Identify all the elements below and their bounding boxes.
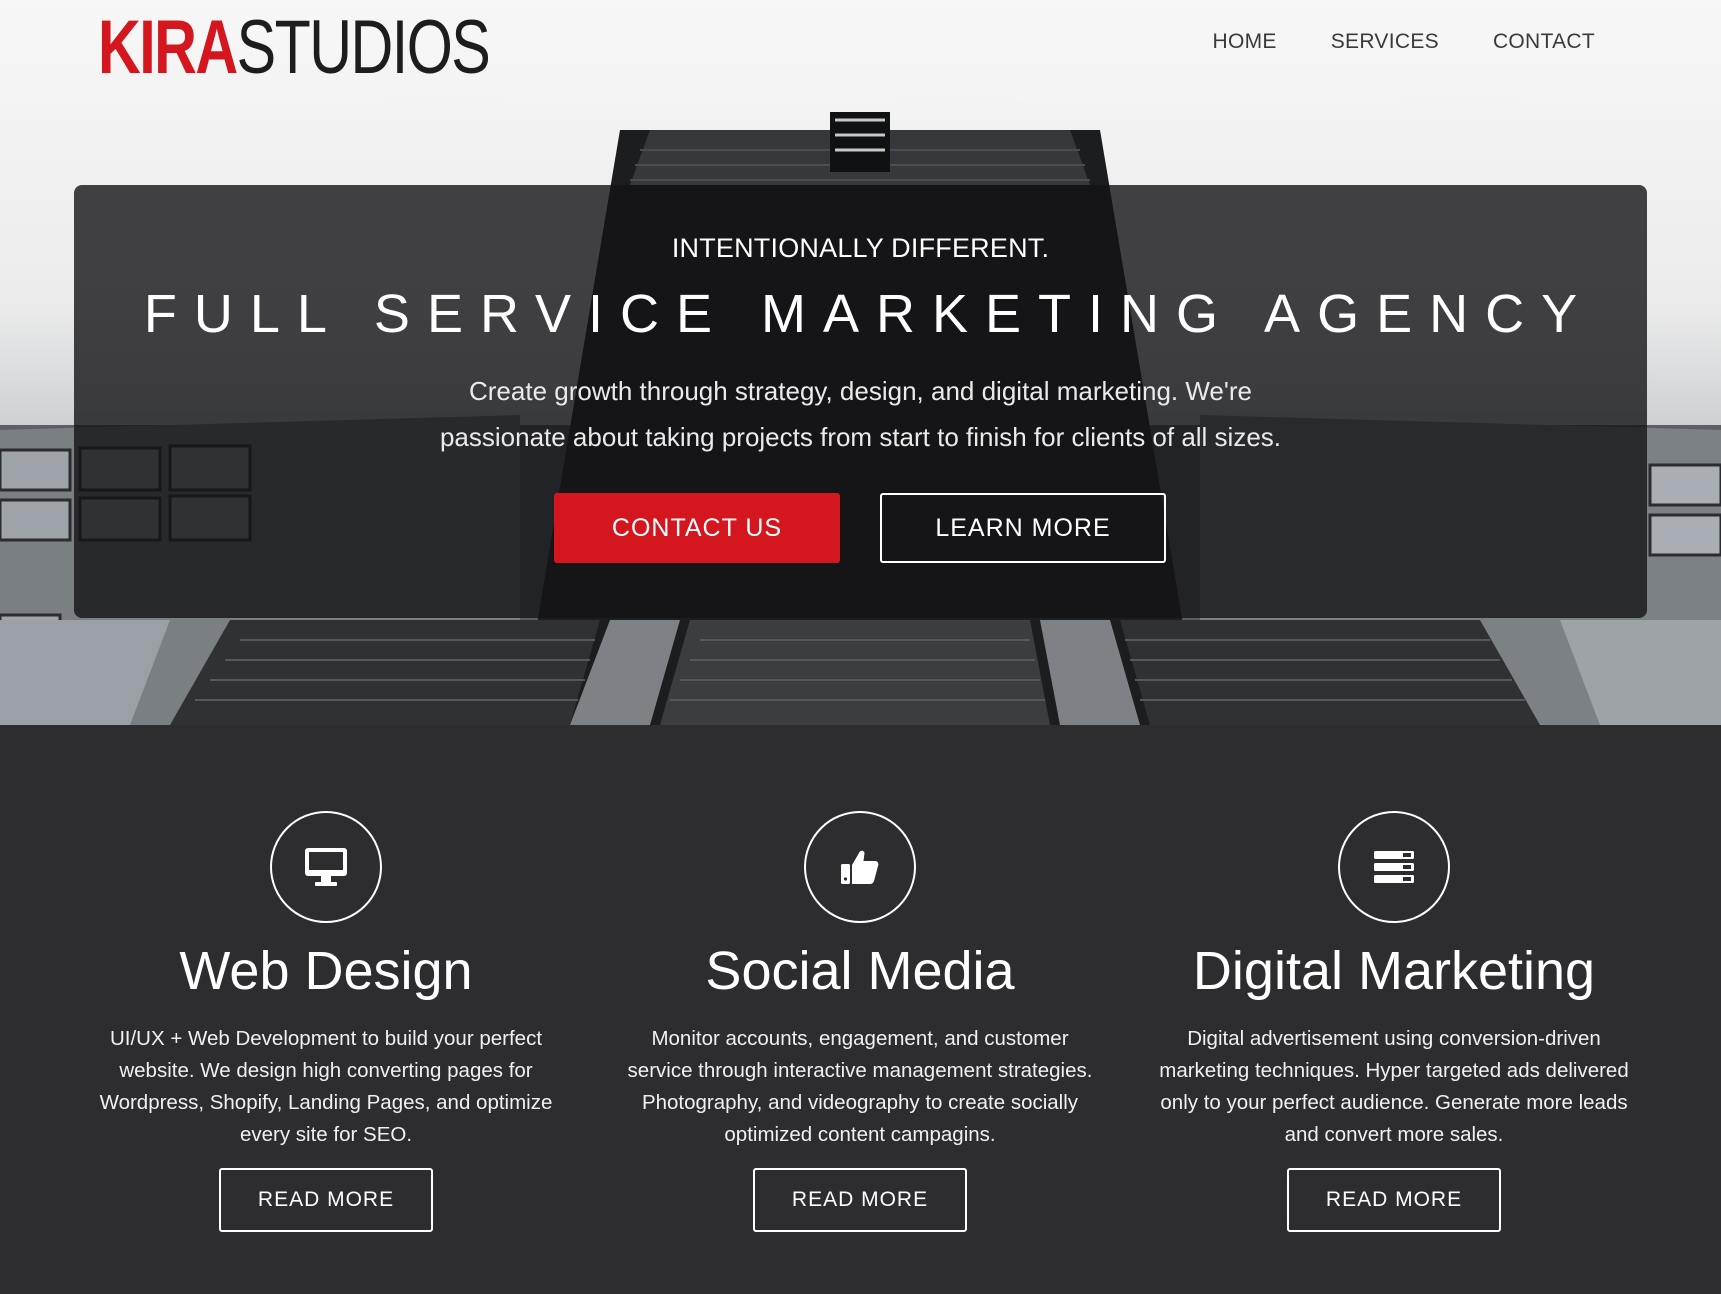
service-title: Digital Marketing	[1192, 941, 1596, 1001]
nav-home-link[interactable]: HOME	[1213, 30, 1277, 54]
thumbs-up-icon	[804, 811, 916, 923]
web-design-read-more-button[interactable]: READ MORE	[219, 1168, 433, 1232]
kira-studios-logo[interactable]: KIRASTUDIOS	[98, 5, 491, 90]
hero-headline: FULL SERVICE MARKETING AGENCY	[143, 284, 1595, 344]
service-web-design: Web Design UI/UX + Web Development to bu…	[59, 811, 593, 1232]
service-title: Social Media	[705, 941, 1015, 1001]
logo-studios-text: STUDIOS	[236, 5, 491, 90]
learn-more-button[interactable]: LEARN MORE	[880, 493, 1166, 563]
digital-marketing-read-more-button[interactable]: READ MORE	[1287, 1168, 1501, 1232]
services-section: Web Design UI/UX + Web Development to bu…	[0, 725, 1721, 1294]
service-description: Monitor accounts, engagement, and custom…	[627, 1027, 1093, 1146]
service-digital-marketing: Digital Marketing Digital advertisement …	[1127, 811, 1661, 1232]
site-header: KIRASTUDIOS HOME SERVICES CONTACT	[0, 0, 1721, 100]
nav-services-link[interactable]: SERVICES	[1331, 30, 1439, 54]
hero-eyebrow: INTENTIONALLY DIFFERENT.	[671, 233, 1050, 263]
hero-panel: INTENTIONALLY DIFFERENT. FULL SERVICE MA…	[74, 185, 1647, 618]
social-media-read-more-button[interactable]: READ MORE	[753, 1168, 967, 1232]
service-description: Digital advertisement using conversion-d…	[1159, 1027, 1629, 1146]
hero-lead-text: Create growth through strategy, design, …	[439, 376, 1282, 452]
logo-kira-text: KIRA	[98, 5, 238, 90]
contact-us-button[interactable]: CONTACT US	[554, 493, 840, 563]
hero-section: KIRASTUDIOS HOME SERVICES CONTACT INTENT…	[0, 0, 1721, 725]
nav-contact-link[interactable]: CONTACT	[1493, 30, 1595, 54]
main-nav: HOME SERVICES CONTACT	[1213, 30, 1595, 54]
server-icon	[1338, 811, 1450, 923]
service-description: UI/UX + Web Development to build your pe…	[99, 1027, 553, 1146]
monitor-icon	[270, 811, 382, 923]
service-social-media: Social Media Monitor accounts, engagemen…	[593, 811, 1127, 1232]
service-title: Web Design	[179, 941, 473, 1001]
